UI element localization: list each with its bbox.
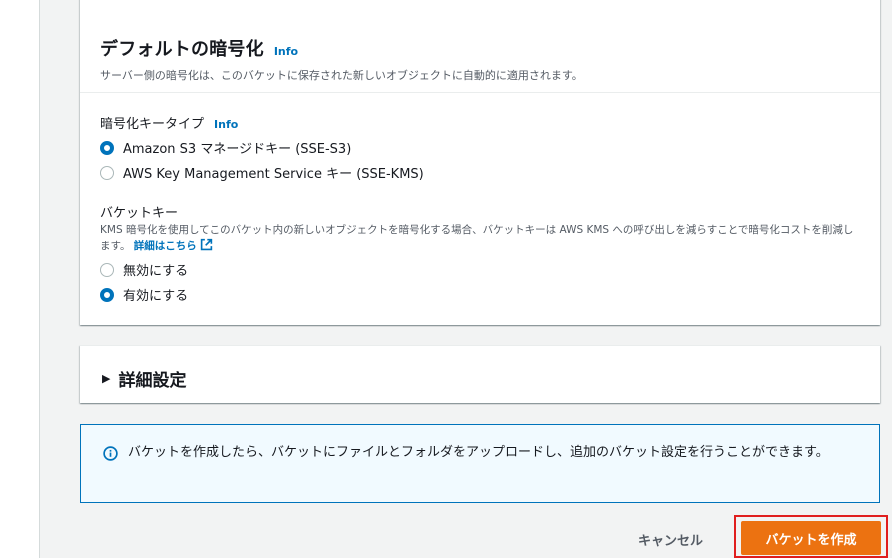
encryption-header: デフォルトの暗号化 Info サーバー側の暗号化は、このバケットに保存された新し… bbox=[80, 0, 880, 93]
encryption-title: デフォルトの暗号化 bbox=[100, 39, 264, 60]
bucket-key-description: KMS 暗号化を使用してこのバケット内の新しいオブジェクトを暗号化する場合、バケ… bbox=[100, 223, 860, 254]
info-circle-icon bbox=[103, 446, 118, 461]
bucket-key-label: バケットキー bbox=[100, 206, 179, 221]
radio-option-label: 無効にする bbox=[123, 264, 189, 279]
learn-more-link-text[interactable]: 詳細はこちら bbox=[134, 240, 197, 252]
learn-more-link[interactable]: 詳細はこちら bbox=[134, 238, 213, 252]
radio-option-label: Amazon S3 マネージドキー (SSE-S3) bbox=[123, 142, 352, 157]
advanced-settings-expander[interactable]: ▶ 詳細設定 bbox=[80, 345, 880, 403]
key-type-radio-group: Amazon S3 マネージドキー (SSE-S3) AWS Key Manag… bbox=[100, 135, 860, 185]
radio-option-disable[interactable]: 無効にする bbox=[100, 257, 860, 282]
bucket-key-field: バケットキー KMS 暗号化を使用してこのバケット内の新しいオブジェクトを暗号化… bbox=[100, 202, 860, 307]
bucket-key-radio-group: 無効にする 有効にする bbox=[100, 257, 860, 307]
encryption-info-link[interactable]: Info bbox=[274, 45, 298, 58]
radio-selected-icon[interactable] bbox=[100, 287, 114, 302]
cancel-button[interactable]: キャンセル bbox=[628, 526, 713, 552]
default-encryption-panel: デフォルトの暗号化 Info サーバー側の暗号化は、このバケットに保存された新し… bbox=[80, 0, 880, 325]
caret-right-icon: ▶ bbox=[102, 372, 111, 385]
radio-unselected-icon[interactable] bbox=[100, 165, 114, 180]
key-type-info-link[interactable]: Info bbox=[214, 118, 238, 131]
info-alert: バケットを作成したら、バケットにファイルとフォルダをアップロードし、追加のバケッ… bbox=[80, 424, 880, 503]
radio-option-sse-s3[interactable]: Amazon S3 マネージドキー (SSE-S3) bbox=[100, 135, 860, 160]
external-link-icon bbox=[200, 238, 212, 251]
radio-selected-icon[interactable] bbox=[100, 140, 114, 155]
radio-option-label: 有効にする bbox=[123, 289, 189, 304]
radio-option-label: AWS Key Management Service キー (SSE-KMS) bbox=[123, 167, 424, 182]
alert-text: バケットを作成したら、バケットにファイルとフォルダをアップロードし、追加のバケッ… bbox=[128, 445, 829, 460]
navigation-rail bbox=[0, 0, 40, 558]
key-type-label: 暗号化キータイプ bbox=[100, 117, 205, 132]
create-bucket-button[interactable]: バケットを作成 bbox=[741, 521, 881, 555]
radio-option-enable[interactable]: 有効にする bbox=[100, 282, 860, 307]
radio-unselected-icon[interactable] bbox=[100, 262, 114, 277]
advanced-settings-title: 詳細設定 bbox=[118, 371, 187, 391]
bucket-key-description-text: KMS 暗号化を使用してこのバケット内の新しいオブジェクトを暗号化する場合、バケ… bbox=[100, 224, 854, 252]
encryption-description: サーバー側の暗号化は、このバケットに保存された新しいオブジェクトに自動的に適用さ… bbox=[100, 69, 583, 82]
radio-option-sse-kms[interactable]: AWS Key Management Service キー (SSE-KMS) bbox=[100, 160, 860, 185]
